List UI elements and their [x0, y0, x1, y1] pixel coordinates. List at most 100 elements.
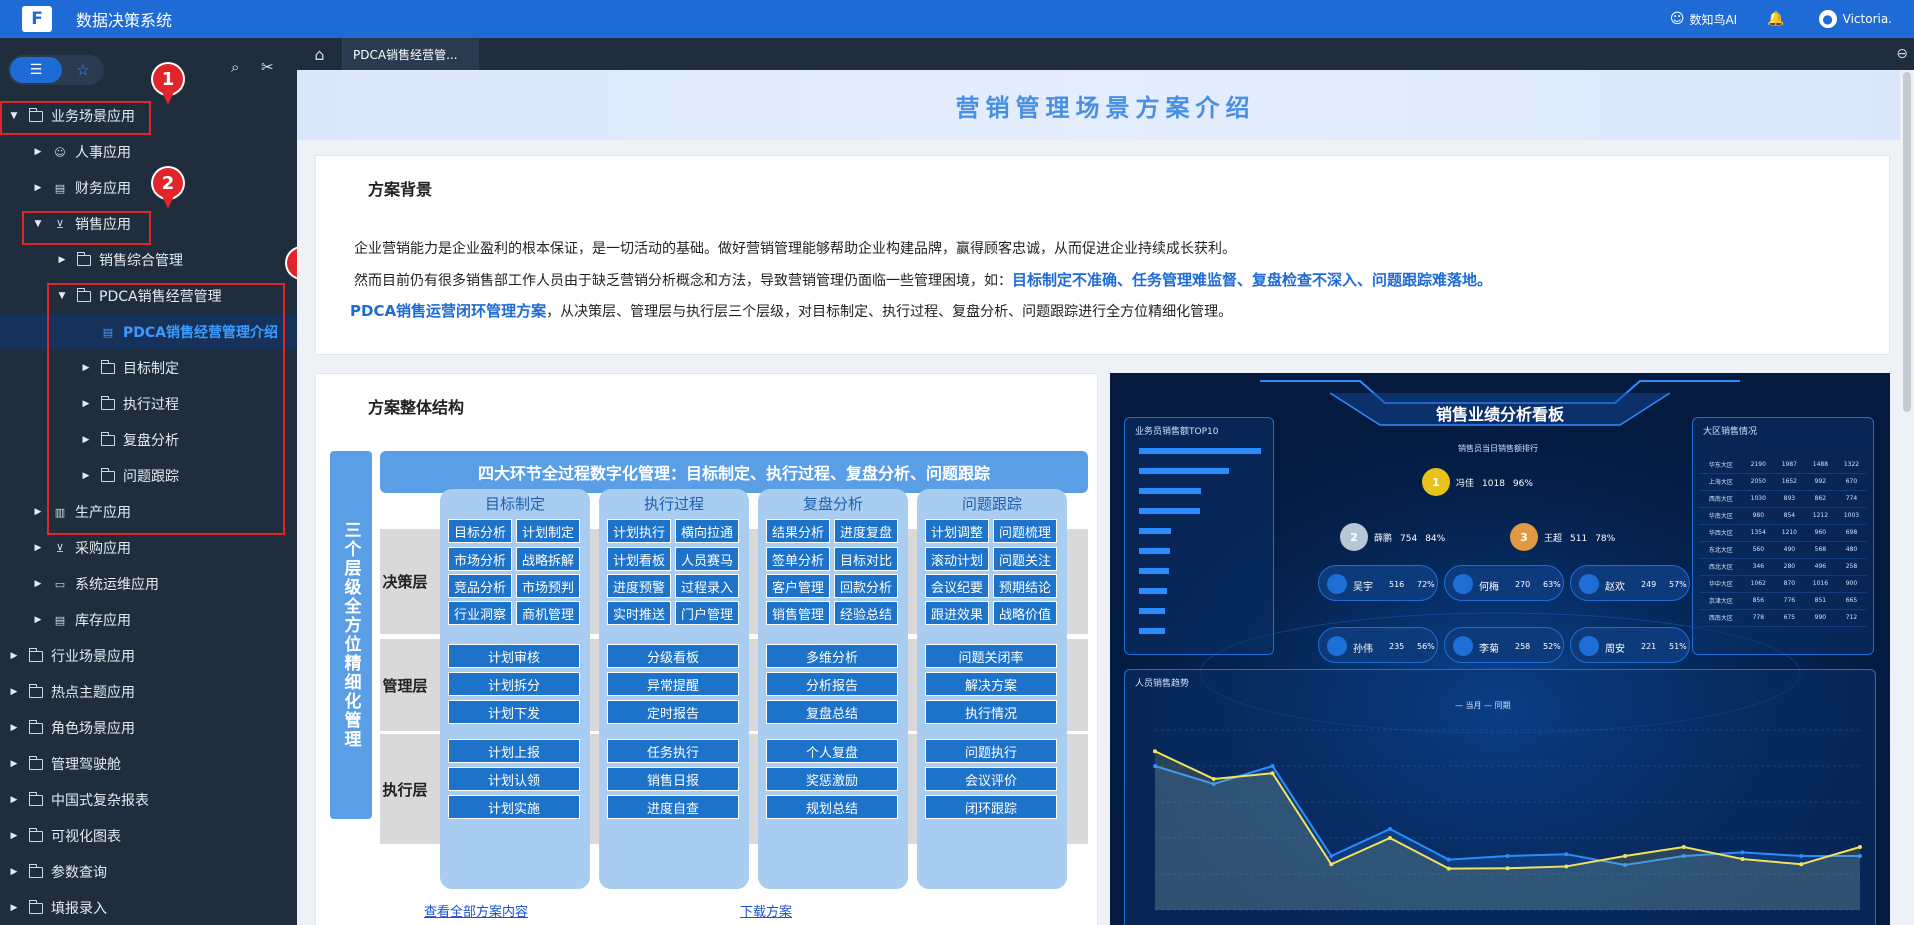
annotation-badge-2: 2: [153, 168, 183, 209]
caret-right-icon[interactable]: ▶: [32, 147, 44, 157]
table-row: 华南大区 980 854 1212 1003: [1699, 507, 1867, 525]
current-series-point: [1681, 845, 1686, 849]
background-line-3-text: ，从决策层、管理层与执行层三个层级，对目标制定、执行过程、复盘分析、问题跟踪进行…: [546, 304, 1233, 320]
sidebar-item-12[interactable]: ▶ ⊻ 采购应用: [0, 530, 297, 566]
caret-right-icon[interactable]: ▶: [32, 579, 44, 589]
sidebar-item-2[interactable]: ▶ ▤ 财务应用: [0, 170, 297, 206]
download-plan-link[interactable]: 下载方案: [740, 901, 792, 920]
plan-item-box: 销售日报: [607, 767, 739, 791]
table-cell: 华南大区: [1699, 507, 1743, 525]
user-menu[interactable]: ● Victoria.: [1818, 10, 1892, 28]
caret-right-icon[interactable]: ▶: [32, 615, 44, 625]
tab-pdca-intro[interactable]: PDCA销售经营管...: [343, 38, 479, 70]
sidebar-item-16[interactable]: ▶ 热点主题应用: [0, 674, 297, 710]
caret-right-icon[interactable]: ▶: [8, 651, 20, 661]
table-row: 华中大区 1062 870 1016 900: [1699, 575, 1867, 593]
three-layers-label: 三个层级全方位精细化管理: [330, 451, 372, 819]
caret-right-icon[interactable]: ▶: [8, 867, 20, 877]
caret-right-icon[interactable]: ▶: [8, 723, 20, 733]
sidebar-item-label: 库存应用: [75, 613, 131, 629]
top10-panel-title: 业务员销售额TOP10: [1135, 427, 1219, 437]
top-seller-name: 王超: [1544, 534, 1563, 544]
current-series-point: [1270, 771, 1275, 776]
table-cell: 258: [1835, 558, 1867, 576]
view-all-plan-link[interactable]: 查看全部方案内容: [424, 901, 528, 920]
plan-item-box: 签单分析: [766, 547, 830, 571]
sidebar-item-21[interactable]: ▶ 参数查询: [0, 854, 297, 890]
top-seller-sales: 754: [1400, 534, 1418, 544]
bell-icon[interactable]: 🔔: [1767, 11, 1784, 27]
seller-rate: 51%: [1669, 642, 1687, 651]
stage-column: 问题跟踪 计划调整 问题梳理 滚动计划 问题关注 会议纪要 预期结论 跟进效果 战略价值 问题关闭…: [917, 489, 1067, 889]
plan-item-box: 计划看板: [607, 547, 671, 571]
tab-bar: ⌂ PDCA销售经营管... ⊖: [297, 38, 1914, 70]
sidebar-item-17[interactable]: ▶ 角色场景应用: [0, 710, 297, 746]
home-icon[interactable]: ⌂: [297, 38, 343, 70]
caret-right-icon[interactable]: ▶: [8, 795, 20, 805]
top-seller-name: 冯佳: [1456, 479, 1475, 489]
table-cell: 京津大区: [1699, 592, 1743, 610]
sidebar-item-label: 系统运维应用: [75, 577, 159, 593]
caret-right-icon[interactable]: ▶: [8, 903, 20, 913]
table-row: 京津大区 856 776 851 665: [1699, 592, 1867, 610]
caret-right-icon[interactable]: ▶: [8, 831, 20, 841]
table-cell: 776: [1773, 592, 1805, 610]
search-icon[interactable]: ⌕: [231, 58, 239, 76]
sidebar-item-18[interactable]: ▶ 管理驾驶舱: [0, 746, 297, 782]
sidebar-item-1[interactable]: ▶ ☺ 人事应用: [0, 134, 297, 170]
table-cell: 560: [1742, 541, 1774, 559]
top10-bar: [1139, 608, 1165, 614]
stage-title: 复盘分析: [802, 494, 863, 513]
rank-medal-icon: 1: [1422, 468, 1450, 496]
plan-item-box: 异常提醒: [607, 672, 739, 696]
sidebar-item-13[interactable]: ▶ ▭ 系统运维应用: [0, 566, 297, 602]
seller-name: 赵欢: [1605, 582, 1625, 593]
background-problems-highlight: 目标制定不准确、任务管理难监督、复盘检查不深入、问题跟踪难落地。: [1012, 271, 1493, 289]
seller-sales: 249: [1641, 580, 1657, 589]
medal-icon: [1579, 636, 1599, 656]
sidebar-item-4[interactable]: ▶ 销售综合管理: [0, 242, 297, 278]
plan-item-box: 结果分析: [766, 519, 830, 543]
sidebar-item-19[interactable]: ▶ 中国式复杂报表: [0, 782, 297, 818]
plan-item-box: 计划实施: [448, 795, 580, 819]
plan-item-box: 问题执行: [925, 739, 1057, 763]
seller-card: 李菊 258 52%: [1444, 627, 1564, 663]
medal-icon: [1327, 574, 1347, 594]
current-series-point: [1153, 749, 1157, 754]
caret-right-icon[interactable]: ▶: [32, 507, 44, 517]
top-seller-name: 薛鹏: [1374, 534, 1393, 544]
plan-item-box: 任务执行: [607, 739, 739, 763]
more-options-icon[interactable]: ⊖: [1896, 46, 1908, 62]
favorites-star-icon[interactable]: ☆: [70, 57, 96, 83]
sidebar-item-label: 中国式复杂报表: [51, 793, 149, 809]
table-cell: 774: [1835, 490, 1867, 508]
sidebar-item-20[interactable]: ▶ 可视化图表: [0, 818, 297, 854]
plan-item-box: 进度预警: [607, 574, 671, 598]
ai-assistant-label: 数知鸟AI: [1689, 12, 1738, 27]
sidebar-item-14[interactable]: ▶ ▤ 库存应用: [0, 602, 297, 638]
top-seller-rate: 84%: [1425, 534, 1446, 544]
plan-item-box: 目标对比: [834, 547, 898, 571]
seller-card: 周安 221 51%: [1570, 627, 1690, 663]
plan-item-box: 计划认领: [448, 767, 580, 791]
sidebar-item-15[interactable]: ▶ 行业场景应用: [0, 638, 297, 674]
sidebar-item-22[interactable]: ▶ 填报录入: [0, 890, 297, 925]
scrollbar-thumb[interactable]: [1903, 72, 1911, 412]
unpin-icon[interactable]: ✂: [261, 58, 274, 76]
plan-item-box: 计划上报: [448, 739, 580, 763]
background-line-3: PDCA销售运营闭环管理方案，从决策层、管理层与执行层三个层级，对目标制定、执行…: [350, 300, 1232, 321]
table-cell: 1987: [1773, 456, 1805, 474]
table-cell: 480: [1835, 541, 1867, 559]
caret-right-icon[interactable]: ▶: [56, 255, 68, 265]
caret-right-icon[interactable]: ▶: [8, 687, 20, 697]
list-view-icon[interactable]: ☰: [10, 57, 62, 83]
caret-right-icon[interactable]: ▶: [8, 759, 20, 769]
sidebar-item-label: 采购应用: [75, 541, 131, 557]
main-scrollbar[interactable]: [1900, 70, 1914, 925]
caret-right-icon[interactable]: ▶: [32, 543, 44, 553]
plan-item-box: 门户管理: [675, 601, 739, 625]
robot-icon: ☺: [1669, 11, 1685, 27]
caret-right-icon[interactable]: ▶: [32, 183, 44, 193]
table-cell: 990: [1804, 609, 1836, 627]
ai-assistant-button[interactable]: ☺ 数知鸟AI: [1670, 11, 1737, 28]
